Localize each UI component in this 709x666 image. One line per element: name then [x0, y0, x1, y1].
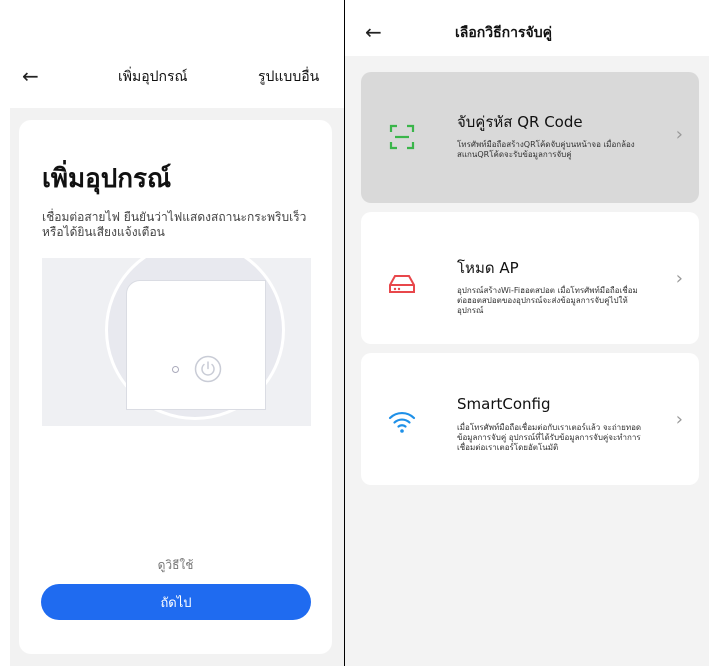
- option-qr-code[interactable]: จับคู่รหัส QR Code โทรศัพท์มือถือสร้างQR…: [361, 72, 699, 203]
- wifi-icon: [388, 411, 416, 433]
- instruction-card: เพิ่มอุปกรณ์ เชื่อมต่อสายไฟ ยืนยันว่าไฟแ…: [19, 120, 332, 654]
- how-to-link[interactable]: ดูวิธีใช้: [19, 556, 332, 575]
- option-smartconfig[interactable]: SmartConfig เมื่อโทรศัพท์มือถือเชื่อมต่อ…: [361, 353, 699, 485]
- option-description: เมื่อโทรศัพท์มือถือเชื่อมต่อกับเราเตอร์แ…: [457, 423, 642, 452]
- power-icon: [194, 355, 222, 383]
- device-corner: [126, 280, 266, 410]
- option-description: โทรศัพท์มือถือสร้างQRโค้ดจับคู่บนหน้าจอ …: [457, 140, 635, 159]
- other-mode-link[interactable]: รูปแบบอื่น: [258, 66, 319, 88]
- status-led-icon: [172, 366, 179, 373]
- add-device-screen: ← เพิ่มอุปกรณ์ รูปแบบอื่น เพิ่มอุปกรณ์ เ…: [0, 0, 344, 666]
- pairing-header: ← เลือกวิธีการจับคู่: [345, 0, 709, 56]
- router-icon: [389, 275, 415, 293]
- option-name: โหมด AP: [457, 259, 519, 277]
- page-title: เพิ่มอุปกรณ์: [118, 69, 188, 85]
- back-arrow-icon[interactable]: ←: [22, 64, 39, 88]
- qr-scan-icon: [389, 124, 415, 150]
- pairing-method-screen: ← เลือกวิธีการจับคู่ จับคู่รหัส QR Code …: [345, 0, 709, 666]
- chevron-right-icon: ›: [675, 409, 683, 430]
- device-illustration: [42, 258, 311, 426]
- back-arrow-icon[interactable]: ←: [365, 20, 382, 44]
- option-name: จับคู่รหัส QR Code: [457, 113, 583, 131]
- add-device-header: ← เพิ่มอุปกรณ์ รูปแบบอื่น: [0, 62, 344, 94]
- card-description: เชื่อมต่อสายไฟ ยืนยันว่าไฟแสดงสถานะกระพร…: [42, 210, 307, 239]
- page-title: เลือกวิธีการจับคู่: [455, 25, 552, 41]
- option-description: อุปกรณ์สร้างWi-Fiฮอตสปอต เมื่อโทรศัพท์มื…: [457, 286, 638, 315]
- chevron-right-icon: ›: [675, 268, 683, 289]
- card-heading: เพิ่มอุปกรณ์: [42, 164, 172, 194]
- chevron-right-icon: ›: [675, 124, 683, 145]
- option-ap-mode[interactable]: โหมด AP อุปกรณ์สร้างWi-Fiฮอตสปอต เมื่อโท…: [361, 212, 699, 344]
- option-name: SmartConfig: [457, 395, 551, 413]
- next-button[interactable]: ถัดไป: [41, 584, 311, 620]
